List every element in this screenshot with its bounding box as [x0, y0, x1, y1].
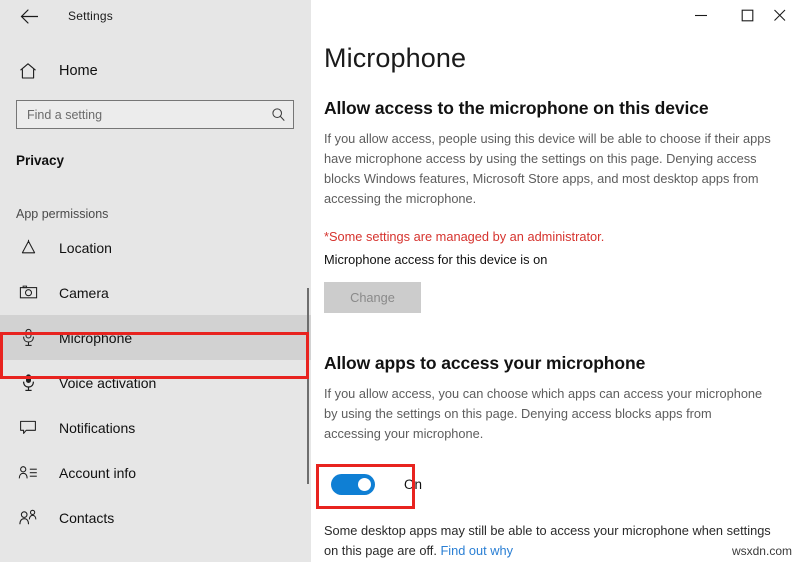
sidebar-nav-list: Location Camera Microphone Voice activat…: [0, 225, 311, 540]
location-icon: [17, 237, 39, 259]
sidebar-item-voice-activation[interactable]: Voice activation: [0, 360, 311, 405]
device-access-description: If you allow access, people using this d…: [324, 131, 771, 206]
sidebar-item-notifications-label: Notifications: [59, 419, 136, 436]
sidebar: Settings Home Privacy App permissions: [0, 0, 311, 562]
apps-access-toggle[interactable]: [331, 474, 375, 495]
window-controls: [678, 0, 800, 30]
search-input[interactable]: [27, 107, 271, 122]
contacts-icon: [17, 507, 39, 529]
sidebar-item-location-label: Location: [59, 239, 112, 256]
settings-window: Settings Home Privacy App permissions: [0, 0, 800, 562]
home-icon: [17, 60, 39, 82]
desktop-apps-footnote-text: Some desktop apps may still be able to a…: [324, 523, 771, 558]
sidebar-item-camera[interactable]: Camera: [0, 270, 311, 315]
sidebar-item-voice-activation-label: Voice activation: [59, 374, 157, 391]
apps-access-toggle-row: On: [324, 474, 800, 495]
sidebar-group-label: App permissions: [16, 207, 109, 221]
camera-icon: [17, 282, 39, 304]
minimize-icon[interactable]: [678, 0, 724, 30]
apps-access-heading: Allow apps to access your microphone: [324, 353, 646, 373]
sidebar-item-home-label: Home: [59, 63, 98, 79]
sidebar-section-title: Privacy: [16, 153, 65, 168]
watermark: wsxdn.com: [731, 544, 792, 558]
desktop-apps-footnote: Some desktop apps may still be able to a…: [324, 521, 776, 561]
sidebar-item-contacts[interactable]: Contacts: [0, 495, 311, 540]
sidebar-item-account-info-label: Account info: [59, 464, 137, 481]
settings-panel: Microphone Allow access to the microphon…: [311, 0, 800, 561]
sidebar-item-camera-label: Camera: [59, 284, 109, 301]
search-icon[interactable]: [271, 107, 286, 122]
search-box[interactable]: [16, 100, 294, 129]
back-arrow-icon[interactable]: [14, 2, 44, 30]
voice-activation-icon: [17, 372, 39, 394]
maximize-icon[interactable]: [724, 0, 770, 30]
apps-access-toggle-label: On: [404, 477, 423, 492]
device-access-heading: Allow access to the microphone on this d…: [324, 98, 709, 118]
find-out-why-link[interactable]: Find out why: [440, 543, 513, 558]
sidebar-item-notifications[interactable]: Notifications: [0, 405, 311, 450]
sidebar-item-home[interactable]: Home: [0, 51, 311, 91]
notification-icon: [17, 417, 39, 439]
app-title: Settings: [68, 9, 113, 23]
sidebar-item-location[interactable]: Location: [0, 225, 311, 270]
sidebar-item-microphone[interactable]: Microphone: [0, 315, 311, 360]
main-content: Microphone Allow access to the microphon…: [311, 0, 800, 562]
change-button[interactable]: Change: [324, 282, 421, 313]
admin-managed-note: *Some settings are managed by an adminis…: [324, 229, 605, 244]
sidebar-titlebar: Settings: [0, 0, 311, 32]
sidebar-item-account-info[interactable]: Account info: [0, 450, 311, 495]
apps-access-description: If you allow access, you can choose whic…: [324, 386, 763, 441]
device-access-status: Microphone access for this device is on: [324, 252, 548, 267]
account-info-icon: [17, 462, 39, 484]
toggle-knob: [358, 478, 371, 491]
microphone-icon: [17, 327, 39, 349]
sidebar-item-contacts-label: Contacts: [59, 509, 115, 526]
page-title: Microphone: [324, 43, 467, 73]
sidebar-item-microphone-label: Microphone: [59, 329, 133, 346]
sidebar-scrollbar[interactable]: [307, 288, 309, 484]
close-icon[interactable]: [770, 0, 800, 30]
